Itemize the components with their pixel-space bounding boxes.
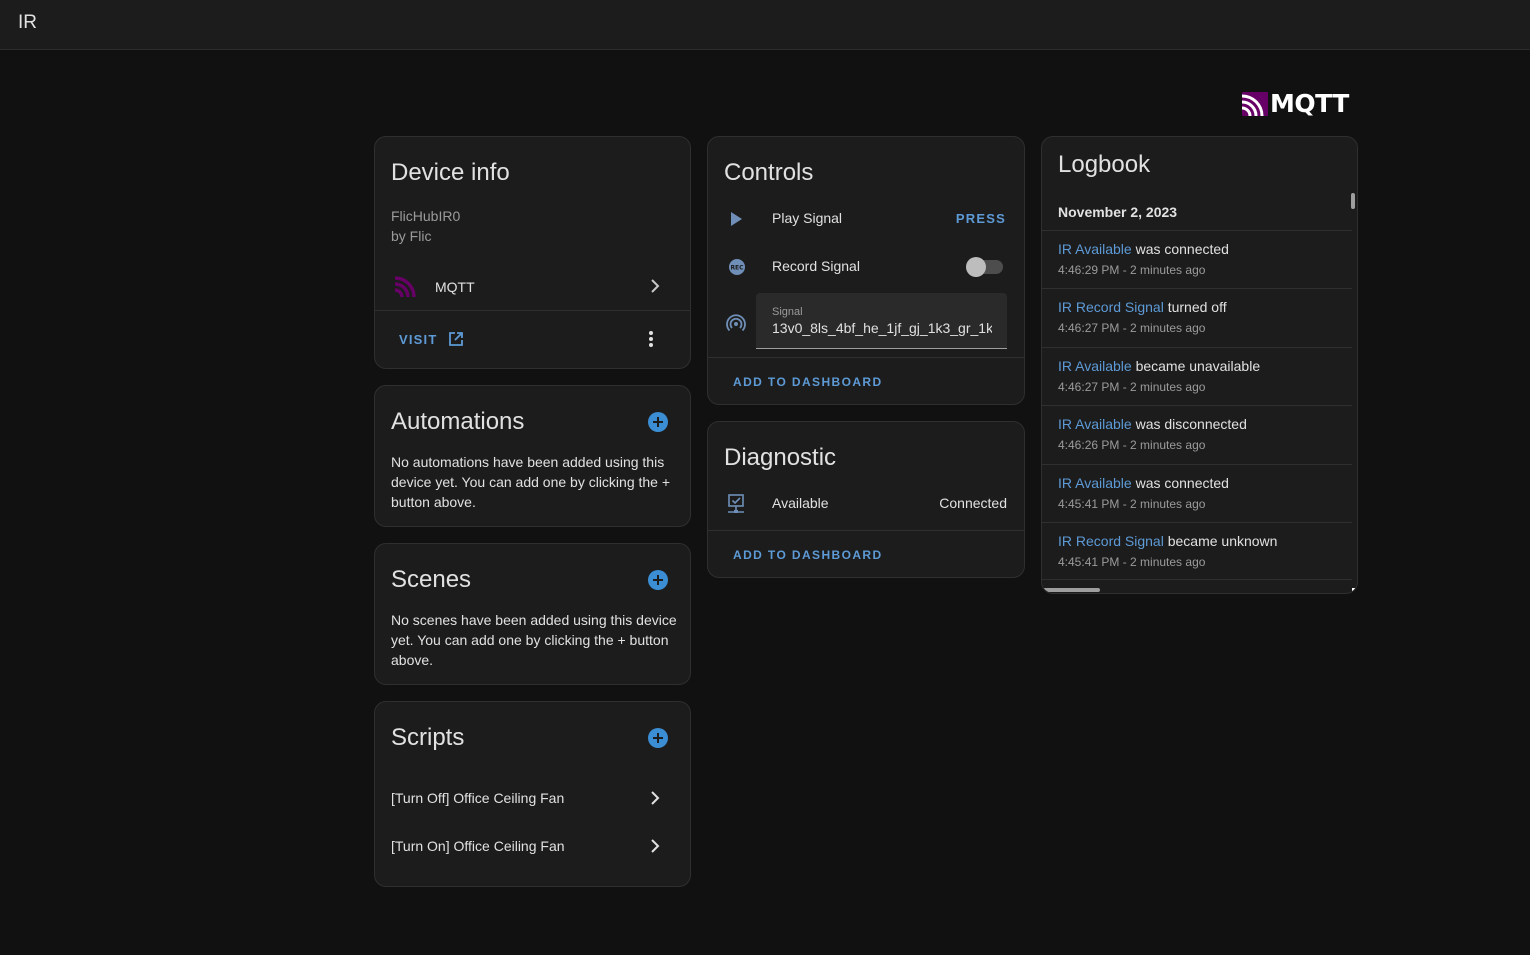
available-row[interactable]: Available Connected bbox=[708, 492, 1024, 516]
signal-field-label: Signal bbox=[772, 306, 803, 318]
device-info-card: Device info FlicHubIR0 by Flic MQTT VISI… bbox=[374, 136, 691, 369]
device-model: FlicHubIR0 bbox=[391, 208, 461, 224]
log-message: became unknown bbox=[1167, 533, 1278, 549]
scenes-empty-text: No scenes have been added using this dev… bbox=[391, 612, 677, 668]
log-entity-link[interactable]: IR Available bbox=[1058, 358, 1132, 374]
script-item-turn-on[interactable]: [Turn On] Office Ceiling Fan bbox=[391, 834, 676, 858]
scripts-card: Scripts [Turn Off] Office Ceiling Fan [T… bbox=[374, 701, 691, 887]
integration-label: MQTT bbox=[435, 279, 475, 295]
chevron-right-icon bbox=[646, 837, 664, 860]
script-label: [Turn Off] Office Ceiling Fan bbox=[391, 790, 565, 806]
logbook-date: November 2, 2023 bbox=[1058, 204, 1178, 220]
log-time: 4:46:27 PM - 2 minutes ago bbox=[1058, 380, 1206, 394]
log-entry: IR Available became unavailable 4:46:27 … bbox=[1042, 347, 1352, 405]
log-message: became unavailable bbox=[1135, 358, 1261, 374]
card-divider bbox=[708, 357, 1024, 358]
log-entity-link[interactable]: IR Available bbox=[1058, 416, 1132, 432]
visit-button[interactable]: VISIT bbox=[399, 331, 464, 347]
open-in-new-icon bbox=[448, 332, 463, 346]
scenes-title: Scenes bbox=[391, 566, 472, 593]
scenes-card: Scenes No scenes have been added using t… bbox=[374, 543, 691, 685]
log-entity-link[interactable]: IR Record Signal bbox=[1058, 533, 1164, 549]
automations-card: Automations No automations have been add… bbox=[374, 385, 691, 527]
log-entry: IR Available was connected 4:46:29 PM - … bbox=[1042, 230, 1352, 288]
svg-text:REC: REC bbox=[730, 265, 744, 272]
mqtt-logo-icon bbox=[1242, 92, 1268, 116]
vertical-scrollbar[interactable] bbox=[1351, 193, 1355, 209]
log-message: was disconnected bbox=[1135, 416, 1247, 432]
press-button[interactable]: PRESS bbox=[956, 211, 1006, 226]
play-signal-label: Play Signal bbox=[772, 210, 843, 226]
automations-empty-text: No automations have been added using thi… bbox=[391, 454, 671, 510]
log-time: 4:46:29 PM - 2 minutes ago bbox=[1058, 263, 1206, 277]
device-manufacturer: by Flic bbox=[391, 228, 432, 244]
record-signal-label: Record Signal bbox=[772, 258, 860, 274]
log-time: 4:46:27 PM - 2 minutes ago bbox=[1058, 321, 1206, 335]
log-entry: IR Available was connected 4:45:41 PM - … bbox=[1042, 464, 1352, 522]
log-message: was connected bbox=[1135, 241, 1229, 257]
diagnostic-card: Diagnostic Available Connected ADD TO DA… bbox=[707, 421, 1025, 578]
signal-field[interactable]: Signal bbox=[756, 293, 1007, 349]
controls-card: Controls Play Signal PRESS REC Record Si… bbox=[707, 136, 1025, 405]
signal-icon bbox=[726, 313, 746, 338]
available-value: Connected bbox=[939, 495, 1007, 511]
more-options-icon[interactable] bbox=[648, 330, 654, 353]
log-time: 4:46:26 PM - 2 minutes ago bbox=[1058, 438, 1206, 452]
signal-input[interactable] bbox=[772, 320, 992, 336]
add-automation-button[interactable] bbox=[648, 412, 668, 432]
page-title: IR bbox=[18, 12, 37, 33]
add-to-dashboard-button[interactable]: ADD TO DASHBOARD bbox=[733, 548, 883, 562]
diagnostic-title: Diagnostic bbox=[724, 444, 837, 471]
mqtt-logo: MQTT bbox=[1242, 90, 1349, 118]
horizontal-scrollbar[interactable] bbox=[1042, 588, 1100, 592]
visit-label: VISIT bbox=[399, 331, 438, 347]
available-label: Available bbox=[772, 495, 829, 511]
scrollbar-corner bbox=[1352, 588, 1357, 593]
lan-connect-icon bbox=[726, 493, 746, 520]
log-message: turned off bbox=[1167, 299, 1227, 315]
log-entity-link[interactable]: IR Record Signal bbox=[1058, 299, 1164, 315]
logbook-title: Logbook bbox=[1058, 151, 1151, 178]
device-info-title: Device info bbox=[391, 159, 510, 186]
chevron-right-icon bbox=[646, 789, 664, 812]
record-icon: REC bbox=[728, 258, 746, 281]
play-signal-row: Play Signal PRESS bbox=[708, 207, 1024, 231]
top-app-bar: IR bbox=[0, 0, 1530, 50]
card-divider bbox=[375, 310, 690, 311]
mqtt-logo-text: MQTT bbox=[1270, 89, 1349, 118]
add-to-dashboard-button[interactable]: ADD TO DASHBOARD bbox=[733, 375, 883, 389]
log-entity-link[interactable]: IR Available bbox=[1058, 475, 1132, 491]
toggle-knob bbox=[966, 257, 986, 277]
record-signal-row: REC Record Signal bbox=[708, 255, 1024, 279]
script-item-turn-off[interactable]: [Turn Off] Office Ceiling Fan bbox=[391, 786, 676, 810]
automations-title: Automations bbox=[391, 408, 525, 435]
log-time: 4:45:41 PM - 2 minutes ago bbox=[1058, 497, 1206, 511]
mqtt-icon bbox=[393, 273, 419, 304]
log-entry: IR Available was disconnected 4:46:26 PM… bbox=[1042, 405, 1352, 463]
log-entry: IR Record Signal turned off 4:46:27 PM -… bbox=[1042, 288, 1352, 346]
add-scene-button[interactable] bbox=[648, 570, 668, 590]
controls-title: Controls bbox=[724, 159, 814, 186]
card-divider bbox=[708, 530, 1024, 531]
script-label: [Turn On] Office Ceiling Fan bbox=[391, 838, 565, 854]
play-icon bbox=[728, 210, 744, 233]
log-message: was connected bbox=[1135, 475, 1229, 491]
integration-link-mqtt[interactable]: MQTT bbox=[375, 267, 690, 307]
add-script-button[interactable] bbox=[648, 728, 668, 748]
record-signal-toggle[interactable] bbox=[966, 257, 1003, 277]
scripts-title: Scripts bbox=[391, 724, 465, 751]
log-entity-link[interactable]: IR Available bbox=[1058, 241, 1132, 257]
chevron-right-icon bbox=[646, 277, 664, 300]
log-entry: IR Record Signal became unknown 4:45:41 … bbox=[1042, 522, 1352, 580]
logbook-card: Logbook November 2, 2023 IR Available wa… bbox=[1041, 136, 1358, 594]
log-time: 4:45:41 PM - 2 minutes ago bbox=[1058, 555, 1206, 569]
